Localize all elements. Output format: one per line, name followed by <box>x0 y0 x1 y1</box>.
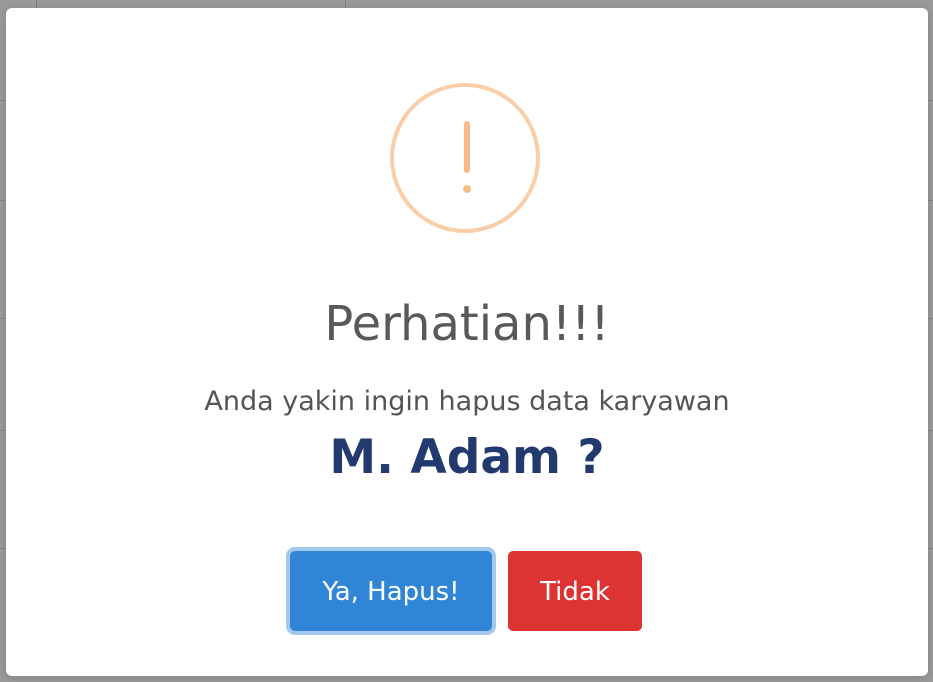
confirm-delete-dialog: Perhatian!!! Anda yakin ingin hapus data… <box>6 8 928 676</box>
cancel-button[interactable]: Tidak <box>508 551 642 631</box>
warning-icon-dot <box>463 185 471 193</box>
warning-icon-bar <box>464 121 470 173</box>
dialog-title: Perhatian!!! <box>324 296 610 352</box>
warning-icon <box>390 83 540 233</box>
dialog-message: Anda yakin ingin hapus data karyawan <box>204 386 730 417</box>
confirm-delete-button[interactable]: Ya, Hapus! <box>290 551 492 631</box>
employee-name: M. Adam ? <box>329 430 605 485</box>
